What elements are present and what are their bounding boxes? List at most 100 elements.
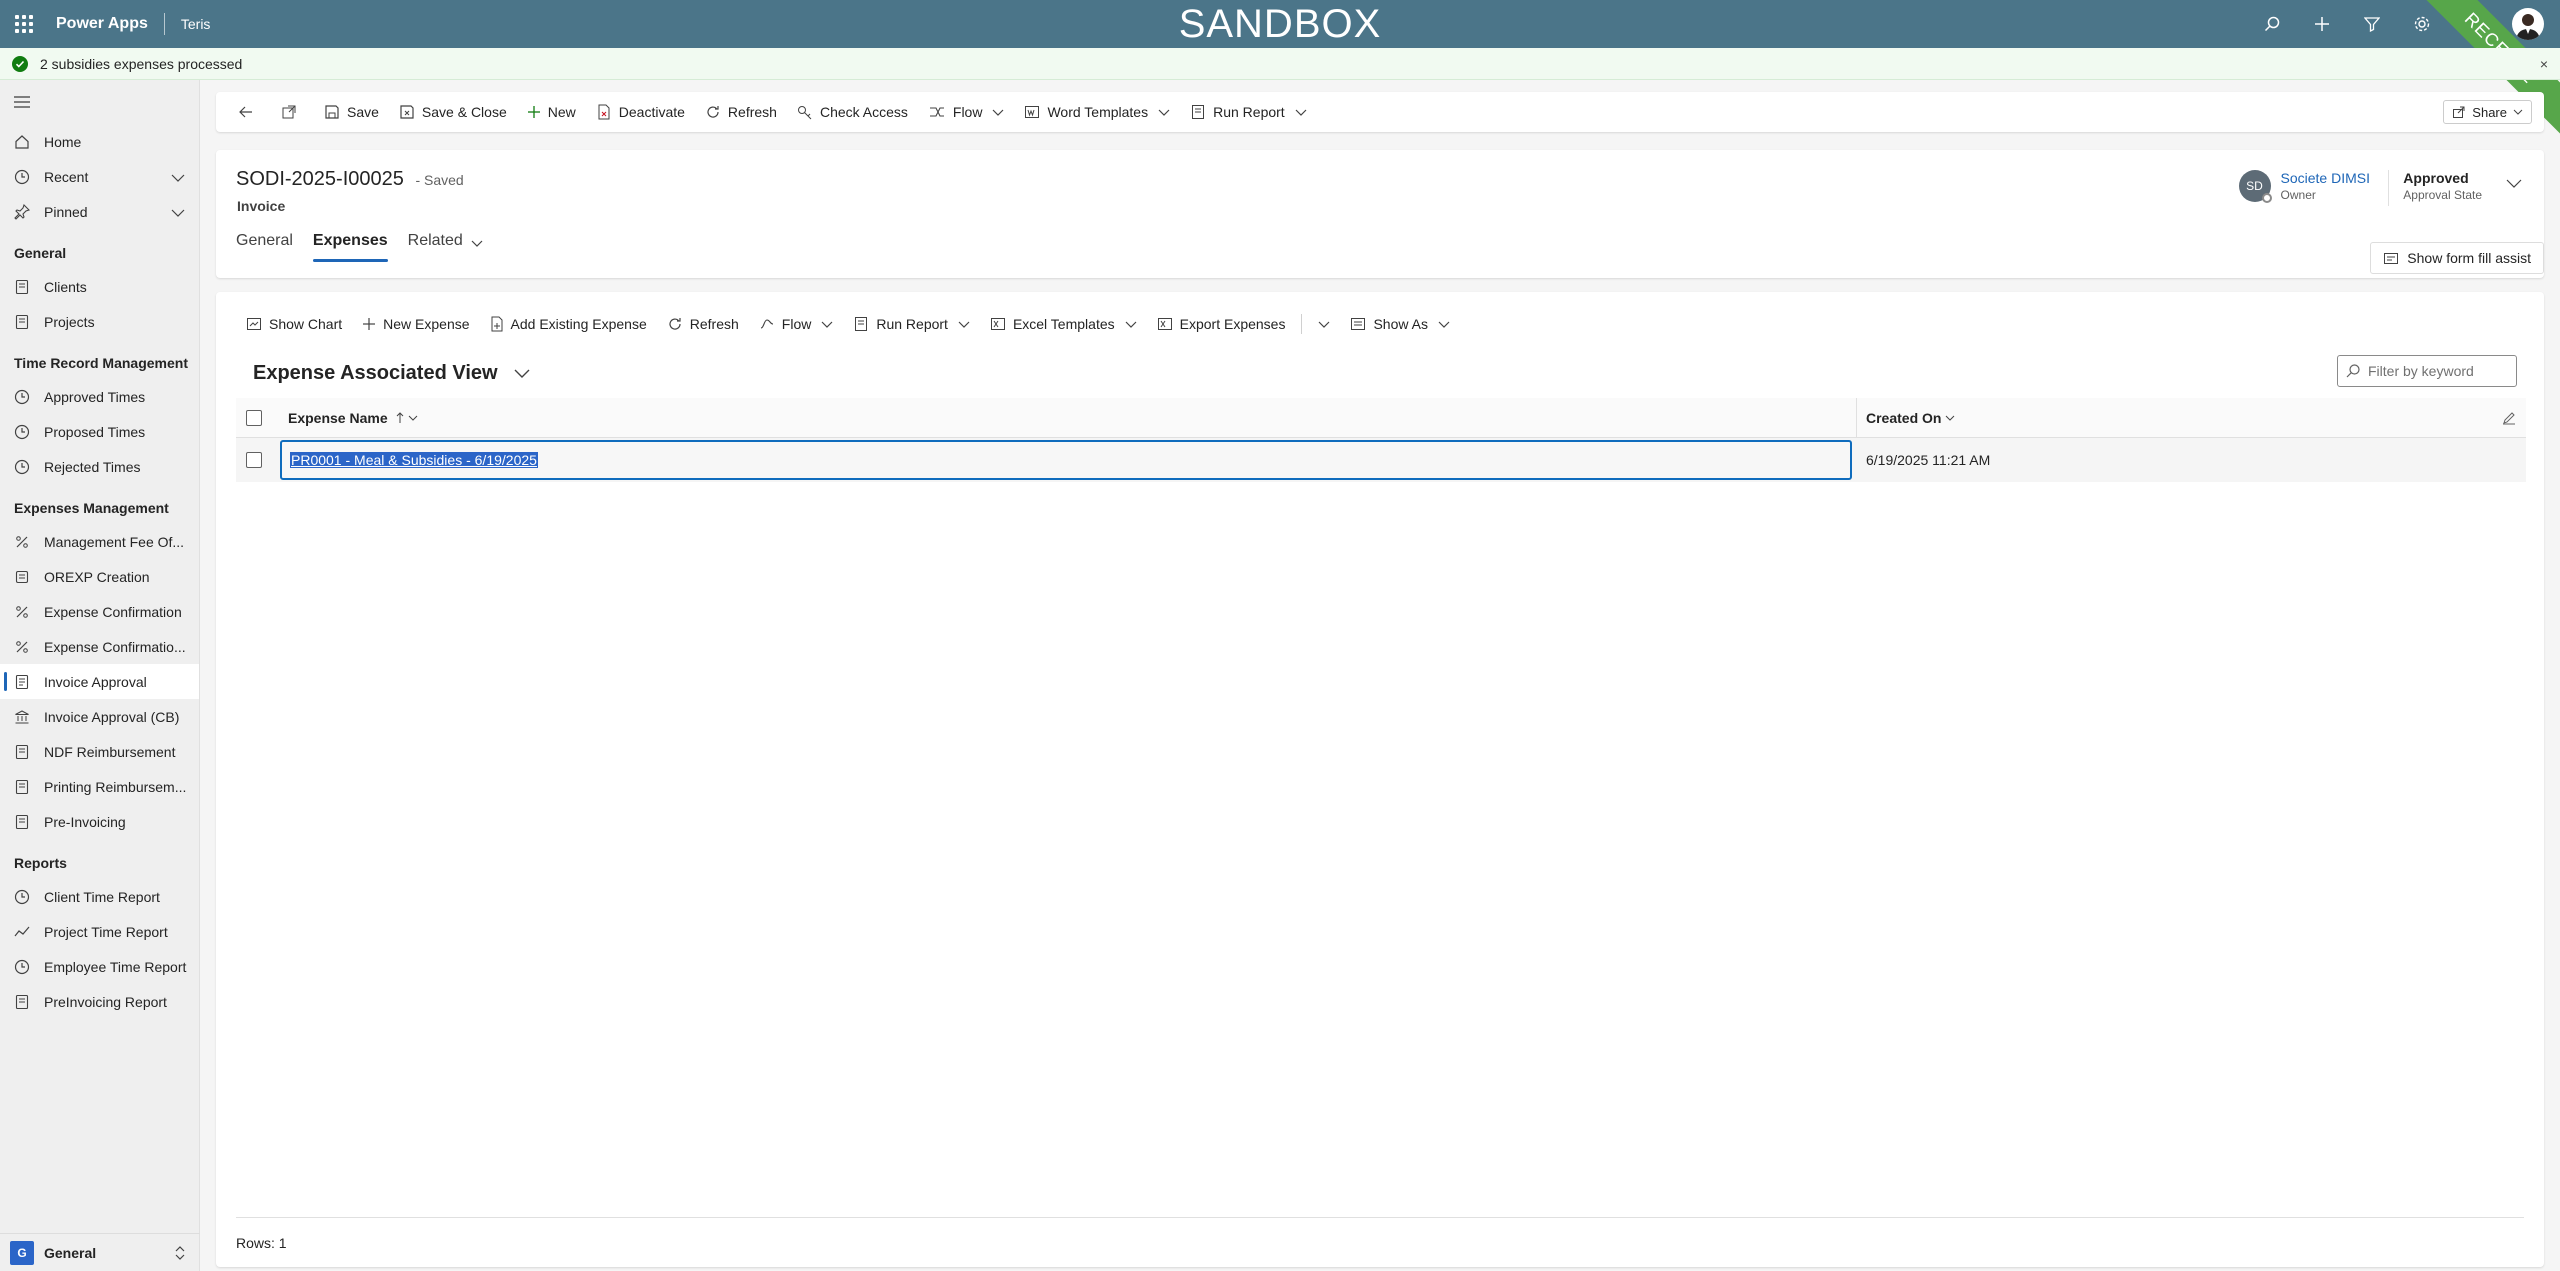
search-icon[interactable] bbox=[2262, 14, 2282, 34]
sandbox-banner: SANDBOX bbox=[1178, 2, 1382, 46]
open-in-new-window-button[interactable] bbox=[271, 92, 314, 132]
save-status: - Saved bbox=[415, 172, 464, 188]
sidebar-item-approved-times[interactable]: Approved Times bbox=[0, 379, 199, 414]
refresh-button[interactable]: Refresh bbox=[695, 92, 787, 132]
show-as-button[interactable]: Show As bbox=[1340, 304, 1459, 344]
word-templates-button[interactable]: Word Templates bbox=[1014, 92, 1180, 132]
document-icon bbox=[14, 314, 30, 330]
column-header-created-on[interactable]: Created On bbox=[1866, 410, 1955, 426]
environment-name[interactable]: Teris bbox=[181, 16, 211, 32]
sidebar-item-rejected-times[interactable]: Rejected Times bbox=[0, 449, 199, 484]
expand-header-chevron-icon[interactable] bbox=[2506, 176, 2522, 192]
subgrid-run-report-button[interactable]: Run Report bbox=[843, 304, 980, 344]
sidebar-item-project-time-report[interactable]: Project Time Report bbox=[0, 914, 199, 949]
trend-line-icon bbox=[14, 924, 30, 940]
subgrid-refresh-button[interactable]: Refresh bbox=[657, 304, 749, 344]
show-chart-button[interactable]: Show Chart bbox=[236, 304, 352, 344]
sidebar-item-pre-invoicing[interactable]: Pre-Invoicing bbox=[0, 804, 199, 839]
sidebar-item-clients[interactable]: Clients bbox=[0, 269, 199, 304]
sidebar-item-management-fee[interactable]: Management Fee Of... bbox=[0, 524, 199, 559]
expense-name-cell[interactable]: PR0001 - Meal & Subsidies - 6/19/2025 bbox=[280, 440, 1852, 480]
excel-icon bbox=[990, 316, 1006, 332]
new-expense-button[interactable]: New Expense bbox=[352, 304, 479, 344]
sidebar-item-label: Approved Times bbox=[44, 388, 146, 405]
area-badge: G bbox=[10, 1240, 34, 1265]
subgrid-flow-button[interactable]: Flow bbox=[749, 304, 844, 344]
sidebar-item-ndf-reimbursement[interactable]: NDF Reimbursement bbox=[0, 734, 199, 769]
sidebar-item-recent[interactable]: Recent bbox=[0, 159, 199, 194]
new-button[interactable]: New bbox=[517, 92, 586, 132]
percent-icon bbox=[14, 534, 30, 550]
filter-icon[interactable] bbox=[2362, 14, 2382, 34]
clock-icon bbox=[14, 889, 30, 905]
sidebar-item-invoice-approval-cb[interactable]: Invoice Approval (CB) bbox=[0, 699, 199, 734]
sidebar-item-proposed-times[interactable]: Proposed Times bbox=[0, 414, 199, 449]
tab-expenses[interactable]: Expenses bbox=[312, 232, 388, 266]
table-row[interactable]: PR0001 - Meal & Subsidies - 6/19/2025 6/… bbox=[236, 438, 2526, 482]
new-label: New bbox=[547, 104, 576, 120]
check-access-button[interactable]: Check Access bbox=[787, 92, 918, 132]
share-button[interactable]: Share bbox=[2443, 100, 2532, 124]
filter-by-keyword-input[interactable]: Filter by keyword bbox=[2337, 355, 2517, 387]
sidebar-item-home[interactable]: Home bbox=[0, 124, 199, 159]
view-selector[interactable]: Expense Associated View bbox=[253, 362, 530, 385]
subgrid-flow-label: Flow bbox=[781, 316, 812, 332]
add-existing-label: Add Existing Expense bbox=[510, 316, 647, 332]
document-add-icon bbox=[490, 316, 504, 332]
sidebar-item-orexp-creation[interactable]: OREXP Creation bbox=[0, 559, 199, 594]
home-icon bbox=[14, 134, 30, 150]
column-header-expense-name[interactable]: Expense Name bbox=[288, 410, 418, 426]
select-all-checkbox[interactable] bbox=[246, 409, 262, 426]
app-launcher-button[interactable] bbox=[0, 0, 48, 48]
tab-general[interactable]: General bbox=[236, 232, 293, 266]
add-existing-expense-button[interactable]: Add Existing Expense bbox=[480, 304, 657, 344]
bank-icon bbox=[14, 709, 30, 725]
user-avatar[interactable] bbox=[2512, 8, 2544, 40]
back-button[interactable] bbox=[228, 92, 271, 132]
gear-icon[interactable] bbox=[2412, 14, 2432, 34]
form-command-bar: Save Save & Close New Deactivate Refresh… bbox=[216, 92, 2544, 132]
plus-icon[interactable] bbox=[2312, 14, 2332, 34]
sidebar-item-label: PreInvoicing Report bbox=[44, 993, 167, 1010]
collapse-menu-button[interactable] bbox=[0, 80, 199, 124]
export-expenses-button[interactable]: Export Expenses bbox=[1147, 304, 1296, 344]
sidebar-item-expense-confirmation[interactable]: Expense Confirmation bbox=[0, 594, 199, 629]
sidebar-item-pinned[interactable]: Pinned bbox=[0, 194, 199, 229]
report-icon bbox=[1190, 104, 1206, 120]
excel-templates-button[interactable]: Excel Templates bbox=[980, 304, 1147, 344]
form-assist-icon bbox=[2383, 250, 2399, 266]
expense-name-link[interactable]: PR0001 - Meal & Subsidies - 6/19/2025 bbox=[290, 452, 538, 468]
save-button[interactable]: Save bbox=[314, 92, 389, 132]
chevron-down-icon bbox=[471, 235, 483, 266]
sidebar-item-client-time-report[interactable]: Client Time Report bbox=[0, 879, 199, 914]
edit-columns-icon[interactable] bbox=[2502, 411, 2516, 428]
run-report-button[interactable]: Run Report bbox=[1180, 92, 1317, 132]
close-notification-icon[interactable]: × bbox=[2540, 56, 2548, 72]
clock-icon bbox=[14, 424, 30, 440]
row-checkbox[interactable] bbox=[246, 452, 262, 468]
sidebar-item-employee-time-report[interactable]: Employee Time Report bbox=[0, 949, 199, 984]
sidebar-item-preinvoicing-report[interactable]: PreInvoicing Report bbox=[0, 984, 199, 1019]
app-name[interactable]: Power Apps bbox=[48, 15, 148, 33]
document-icon bbox=[14, 779, 30, 795]
presence-dot bbox=[2261, 193, 2272, 203]
more-commands-button[interactable] bbox=[1308, 304, 1340, 344]
flow-button[interactable]: Flow bbox=[918, 92, 1015, 132]
sidebar-item-invoice-approval[interactable]: Invoice Approval bbox=[0, 664, 199, 699]
area-switcher[interactable]: G General bbox=[0, 1233, 200, 1271]
deactivate-button[interactable]: Deactivate bbox=[586, 92, 695, 132]
owner-link[interactable]: Societe DIMSI bbox=[2281, 170, 2370, 186]
top-bar: Power Apps Teris SANDBOX RECETTE bbox=[0, 0, 2560, 146]
chevron-down-icon[interactable] bbox=[171, 170, 185, 186]
chevron-down-icon[interactable] bbox=[171, 205, 185, 221]
share-icon bbox=[2452, 105, 2466, 119]
tab-related[interactable]: Related bbox=[408, 232, 483, 266]
sidebar-item-printing-reimbursement[interactable]: Printing Reimbursem... bbox=[0, 769, 199, 804]
save-close-button[interactable]: Save & Close bbox=[389, 92, 517, 132]
sidebar-item-projects[interactable]: Projects bbox=[0, 304, 199, 339]
show-form-fill-assist-button[interactable]: Show form fill assist bbox=[2370, 242, 2544, 274]
entity-name: Invoice bbox=[237, 198, 286, 214]
sidebar-item-expense-confirmation-2[interactable]: Expense Confirmatio... bbox=[0, 629, 199, 664]
flow-icon bbox=[759, 316, 775, 332]
sort-ascending-icon bbox=[396, 411, 404, 424]
